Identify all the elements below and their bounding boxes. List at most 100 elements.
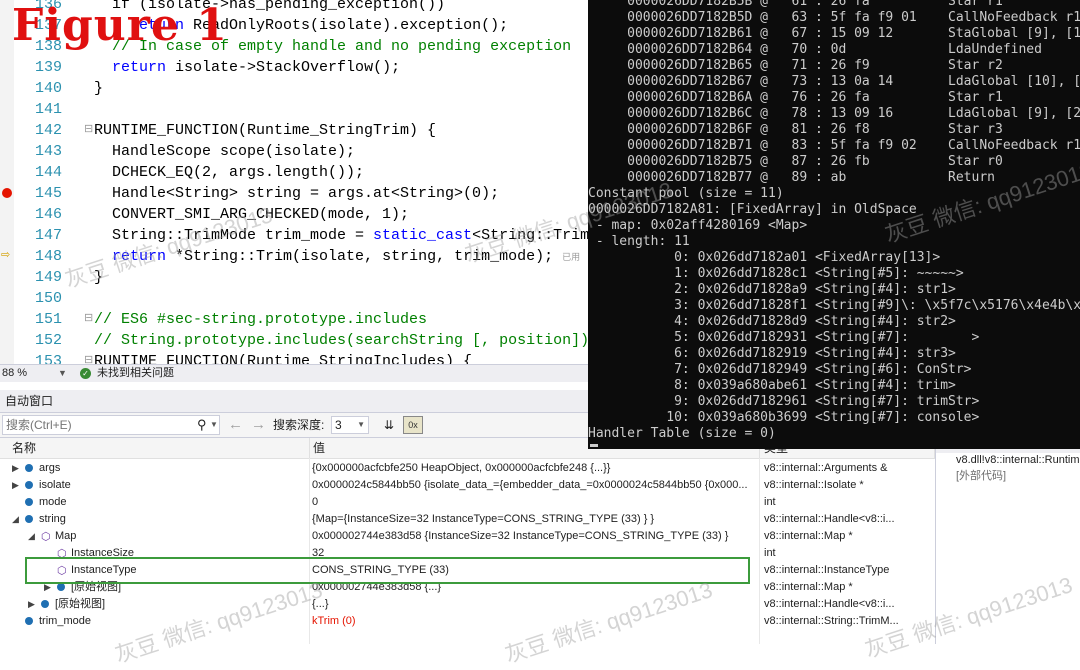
code-line[interactable]: 143 HandleScope scope(isolate); xyxy=(0,141,588,162)
line-number: 145 xyxy=(34,185,62,202)
figure-label: Figure 1 xyxy=(12,0,228,51)
expand-arrow-icon[interactable]: ▶ xyxy=(12,477,19,494)
autos-row[interactable]: ◢ string {Map={InstanceSize=32 InstanceTyp… xyxy=(0,511,935,528)
code-text: // ES6 #sec-string.prototype.includes xyxy=(94,309,427,330)
console-line: - map: 0x02aff4280169 <Map> xyxy=(588,218,808,233)
code-text: return *String::Trim(isolate, string, tr… xyxy=(94,246,580,268)
search-depth-select[interactable]: 3 ▼ xyxy=(331,416,369,434)
variable-value[interactable]: 0 xyxy=(312,494,758,511)
code-text: } xyxy=(94,78,103,99)
autos-row[interactable]: mode 0 int xyxy=(0,494,935,511)
variable-name: [原始视图] xyxy=(55,598,106,610)
line-number: 143 xyxy=(34,143,62,160)
code-token: Handle<String> string = args.at<String>(… xyxy=(94,185,500,202)
expand-arrow-icon[interactable]: ▶ xyxy=(28,596,35,613)
code-token: String::TrimMode trim_mode = xyxy=(94,227,374,244)
class-member-icon: ⬡ xyxy=(41,531,51,543)
call-stack-row[interactable]: [外部代码] xyxy=(956,469,1006,484)
fold-toggle-icon[interactable]: ⊟ xyxy=(84,120,93,141)
fold-toggle-icon[interactable]: ⊟ xyxy=(84,351,93,364)
code-editor[interactable]: 136 if (isolate->has_pending_exception()… xyxy=(0,0,588,364)
console-line: 0000026DD7182B6F @ 81 : 26 f8 Star r3 xyxy=(588,122,1003,137)
code-line[interactable]: 144 DCHECK_EQ(2, args.length()); xyxy=(0,162,588,183)
code-text: } xyxy=(94,267,103,288)
variable-value[interactable]: {Map={InstanceSize=32 InstanceType=CONS_… xyxy=(312,511,758,528)
autos-row[interactable]: ▶ isolate 0x0000024c5844bb50 {isolate_data… xyxy=(0,477,935,494)
console-window[interactable]: 0000026DD7182B5B @ 61 : 26 fa Star r1 00… xyxy=(588,0,1080,449)
zoom-level[interactable]: 88 % xyxy=(2,365,52,382)
code-line[interactable]: 149} xyxy=(0,267,588,288)
variable-icon xyxy=(25,481,33,489)
keyword-token: static_cast xyxy=(373,227,473,244)
autos-row[interactable]: ▶ args {0x000000acfcbfe250 HeapObject, 0x0… xyxy=(0,460,935,477)
console-line: 0000026DD7182B64 @ 70 : 0d LdaUndefined xyxy=(588,42,1042,57)
column-header-name[interactable]: 名称 xyxy=(0,438,310,458)
variable-type: v8::internal::Isolate * xyxy=(764,479,864,491)
code-line[interactable]: 145 Handle<String> string = args.at<Stri… xyxy=(0,183,588,204)
fold-toggle-icon[interactable]: ⊟ xyxy=(84,309,93,330)
autos-title: 自动窗口 xyxy=(5,394,54,408)
console-line: 2: 0x026dd71828a9 <String[#4]: str1> xyxy=(588,282,956,297)
variable-value[interactable]: 0x000002744e383d58 {InstanceSize=32 Inst… xyxy=(312,528,758,545)
console-line: 5: 0x026dd7182931 <String[#7]: > xyxy=(588,330,980,345)
console-line: 7: 0x026dd7182949 <String[#6]: ConStr> xyxy=(588,362,972,377)
code-line[interactable]: 147 String::TrimMode trim_mode = static_… xyxy=(0,225,588,246)
variable-value[interactable]: 0x0000024c5844bb50 {isolate_data_={embed… xyxy=(312,477,758,494)
code-line[interactable]: 151 ⊟// ES6 #sec-string.prototype.include… xyxy=(0,309,588,330)
console-line: 0000026DD7182B77 @ 89 : ab Return xyxy=(588,170,995,185)
breakpoint-icon[interactable] xyxy=(2,188,12,198)
code-line[interactable]: 140} xyxy=(0,78,588,99)
autos-row[interactable]: ◢ ⬡ Map 0x000002744e383d58 {InstanceSize=32… xyxy=(0,528,935,545)
code-token: CONVERT_SMI_ARG_CHECKED(mode, 1); xyxy=(94,206,410,223)
search-input[interactable] xyxy=(6,416,192,434)
console-line: 9: 0x026dd7182961 <String[#7]: trimStr> xyxy=(588,394,980,409)
code-line[interactable]: 146 CONVERT_SMI_ARG_CHECKED(mode, 1); xyxy=(0,204,588,225)
line-number: 147 xyxy=(34,227,62,244)
code-token: isolate->StackOverflow(); xyxy=(166,59,401,76)
zoom-dropdown-icon[interactable]: ▼ xyxy=(58,365,67,382)
variable-icon xyxy=(41,600,49,608)
code-text: return isolate->StackOverflow(); xyxy=(94,57,400,78)
code-token: ReadOnlyRoots(isolate).exception(); xyxy=(184,17,509,34)
collapse-arrow-icon[interactable]: ◢ xyxy=(28,528,35,545)
chevron-down-icon: ▼ xyxy=(357,420,365,429)
autos-row[interactable]: trim_mode kTrim (0) v8::internal::String::… xyxy=(0,613,935,630)
code-line[interactable]: 150 xyxy=(0,288,588,309)
code-line[interactable]: 148 return *String::Trim(isolate, string… xyxy=(0,246,588,267)
console-line: 0000026DD7182B67 @ 73 : 13 0a 14 LdaGlob… xyxy=(588,74,1080,89)
code-token: } xyxy=(94,80,104,97)
variable-value[interactable]: kTrim (0) xyxy=(312,613,758,630)
code-line[interactable]: 139 return isolate->StackOverflow(); xyxy=(0,57,588,78)
search-box[interactable]: ⚲ ▼ xyxy=(2,415,220,435)
search-dropdown-icon[interactable]: ▼ xyxy=(210,416,218,434)
collapse-arrow-icon[interactable]: ◢ xyxy=(12,511,19,528)
console-line: 10: 0x039a680b3699 <String[#7]: console> xyxy=(588,410,980,425)
console-line: 0000026DD7182A81: [FixedArray] in OldSpa… xyxy=(588,202,917,217)
variable-name: isolate xyxy=(39,479,71,491)
variable-type: v8::internal::Handle<v8::i... xyxy=(764,513,895,525)
code-line[interactable]: 142 ⊟ RUNTIME_FUNCTION(Runtime_StringTrim)… xyxy=(0,120,588,141)
variable-value[interactable]: {...} xyxy=(312,596,758,613)
search-depth-value: 3 xyxy=(335,418,342,432)
line-number: 142 xyxy=(34,122,62,139)
keyword-token: return xyxy=(112,59,167,76)
code-line[interactable]: 153 ⊟ RUNTIME_FUNCTION(Runtime_StringInclu… xyxy=(0,351,588,364)
console-line: 1: 0x026dd71828c1 <String[#5]: ~~~~~> xyxy=(588,266,964,281)
back-arrow-icon[interactable]: ← xyxy=(228,413,243,437)
search-icon[interactable]: ⚲ xyxy=(197,416,207,434)
expand-arrow-icon[interactable]: ▶ xyxy=(12,460,19,477)
code-token: HandleScope scope(isolate); xyxy=(94,143,356,160)
variable-value[interactable]: {0x000000acfcbfe250 HeapObject, 0x000000… xyxy=(312,460,758,477)
console-line: 0000026DD7182B65 @ 71 : 26 f9 Star r2 xyxy=(588,58,1003,73)
issues-status-text: 未找到相关问题 xyxy=(97,367,174,379)
forward-arrow-icon[interactable]: → xyxy=(251,413,266,437)
call-stack-row[interactable]: v8.dll!v8::internal::Runtime_StringTrim xyxy=(956,453,1080,468)
hex-display-icon[interactable]: 0x xyxy=(403,416,423,434)
instruction-pointer-icon: ⇨ xyxy=(1,250,11,262)
autos-row[interactable]: ▶ [原始视图] {...} v8::internal::Handle<v8::i..… xyxy=(0,596,935,613)
console-line: 6: 0x026dd7182919 <String[#4]: str3> xyxy=(588,346,956,361)
pin-icon[interactable]: ⇊ xyxy=(384,413,394,437)
code-line[interactable]: 141 xyxy=(0,99,588,120)
code-line[interactable]: 152 // String.prototype.includes(searchSt… xyxy=(0,330,588,351)
